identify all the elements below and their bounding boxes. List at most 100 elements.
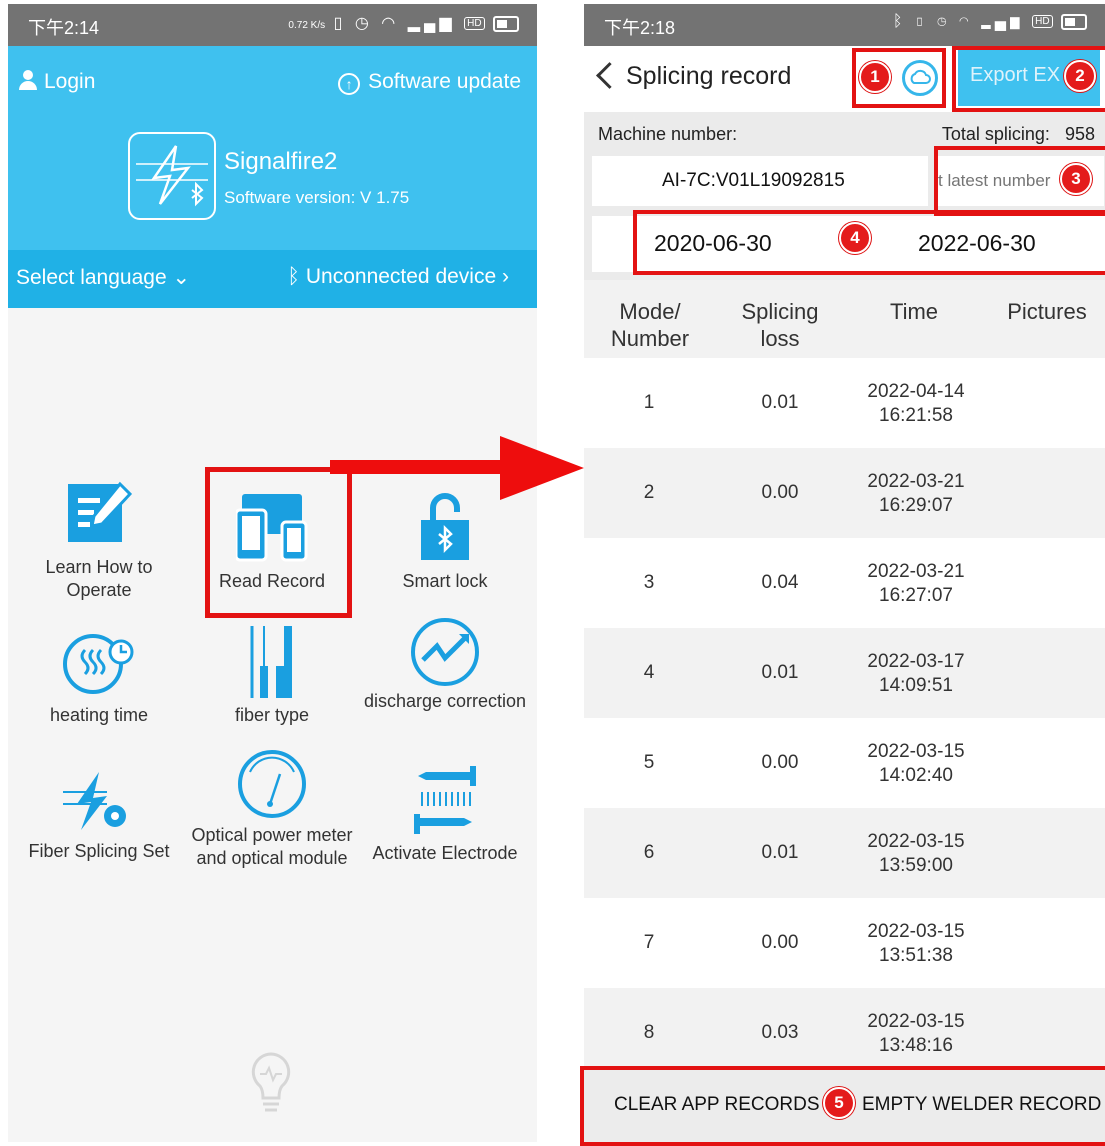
table-row[interactable]: 2 0.00 2022-03-21 16:29:07 <box>584 448 1105 538</box>
vibrate-icon: ▯ <box>914 13 929 30</box>
page-title: Splicing record <box>626 62 792 90</box>
fiber-icon <box>250 626 292 698</box>
unconnected-device-button[interactable]: ᛒ Unconnected device › <box>287 265 509 289</box>
electrode-icon <box>414 766 476 834</box>
software-version: Software version: V 1.75 <box>224 188 410 207</box>
cell-splicing-loss: 0.03 <box>761 1022 799 1043</box>
battery-icon <box>1061 13 1087 30</box>
cell-clock-time: 16:27:07 <box>879 585 953 606</box>
cell-number: 2 <box>643 482 655 503</box>
cell-date: 2022-03-17 <box>867 651 965 672</box>
menu-label: Learn How to Operate <box>45 557 153 600</box>
cell-splicing-loss: 0.01 <box>761 392 799 413</box>
cell-number: 1 <box>643 392 655 413</box>
cell-splicing-loss: 0.01 <box>761 842 799 863</box>
cell-date: 2022-04-14 <box>867 381 965 402</box>
bluetooth-status-icon: ᛒ <box>892 13 907 30</box>
status-icons: 0.72 K/s ▯ ◷ ◠ ▂▄▆ HD <box>288 13 519 33</box>
menu-label: Fiber Splicing Set <box>28 841 170 861</box>
cell-number: 4 <box>643 662 655 683</box>
cell-time: 2022-03-21 16:27:07 <box>836 560 996 608</box>
login-button[interactable]: Login <box>18 70 95 94</box>
cell-splicing-loss: 0.00 <box>761 752 799 773</box>
menu-label: heating time <box>49 705 149 725</box>
select-language-label: Select language <box>16 266 167 289</box>
annotation-badge-4: 4 <box>839 222 871 254</box>
cell-splicing-loss: 0.00 <box>761 482 799 503</box>
cell-time: 2022-03-15 13:51:38 <box>836 920 996 968</box>
menu-heating-time[interactable]: heating time <box>13 630 185 727</box>
cell-date: 2022-03-21 <box>867 561 965 582</box>
hd-badge: HD <box>464 17 485 31</box>
table-row[interactable]: 4 0.01 2022-03-17 14:09:51 <box>584 628 1105 718</box>
cell-clock-time: 16:29:07 <box>879 495 953 516</box>
menu-label: fiber type <box>234 705 310 725</box>
app-logo <box>128 132 216 220</box>
alarm-icon: ◷ <box>936 13 951 30</box>
splice-settings-icon <box>63 772 126 830</box>
wifi-icon: ◠ <box>959 13 973 30</box>
cell-splicing-loss: 0.00 <box>761 932 799 953</box>
status-time: 下午2:18 <box>604 18 676 38</box>
status-bar: 下午2:18 ᛒ ▯ ◷ ◠ ▂▄▆ HD <box>584 4 1105 46</box>
machine-number-value: AI-7C:V01L19092815 <box>662 170 845 191</box>
total-splicing: Total splicing: 958 <box>942 124 1095 145</box>
table-row[interactable]: 1 0.01 2022-04-14 16:21:58 <box>584 358 1105 448</box>
unconnected-device-label: Unconnected device <box>305 265 497 288</box>
login-label: Login <box>44 70 96 93</box>
status-time: 下午2:14 <box>28 18 100 38</box>
menu-activate-electrode[interactable]: Activate Electrode <box>359 764 531 865</box>
network-speed: 0.72 K/s <box>288 20 326 31</box>
chevron-down-icon: ⌄ <box>172 266 191 289</box>
hd-badge: HD <box>1032 15 1053 29</box>
menu-smart-lock[interactable]: Smart lock <box>359 492 531 593</box>
gauge-icon <box>238 750 306 818</box>
status-bar: 下午2:14 0.72 K/s ▯ ◷ ◠ ▂▄▆ HD <box>8 4 537 46</box>
app-name: Signalfire2 <box>224 148 338 175</box>
software-update-label: Software update <box>368 70 521 93</box>
discharge-icon <box>411 618 479 686</box>
cell-splicing-loss: 0.04 <box>761 572 799 593</box>
total-splicing-value: 958 <box>1064 124 1095 144</box>
cell-time: 2022-03-17 14:09:51 <box>836 650 996 698</box>
annotation-box-read-record <box>205 467 352 618</box>
lock-bluetooth-icon <box>421 493 469 560</box>
menu-optical-power-meter[interactable]: Optical power meter and optical module <box>186 748 358 882</box>
lightning-bluetooth-icon <box>136 145 208 207</box>
cell-date: 2022-03-15 <box>867 831 965 852</box>
machine-number-field: AI-7C:V01L19092815 <box>592 156 928 206</box>
menu-fiber-type[interactable]: fiber type <box>186 626 358 727</box>
menu-learn-how-to-operate[interactable]: Learn How to Operate <box>13 480 185 602</box>
menu-fiber-splicing-set[interactable]: Fiber Splicing Set <box>13 770 185 863</box>
cell-number: 3 <box>643 572 655 593</box>
home-screen: 下午2:14 0.72 K/s ▯ ◷ ◠ ▂▄▆ HD Login ↑ Soft… <box>8 4 537 1142</box>
user-icon <box>18 70 38 90</box>
table-row[interactable]: 6 0.01 2022-03-15 13:59:00 <box>584 808 1105 898</box>
cell-time: 2022-03-15 13:59:00 <box>836 830 996 878</box>
cell-clock-time: 13:51:38 <box>879 945 953 966</box>
total-splicing-label: Total splicing: <box>941 124 1050 144</box>
cell-date: 2022-03-15 <box>867 741 965 762</box>
select-language-dropdown[interactable]: Select language ⌄ <box>16 265 190 290</box>
annotation-badge-2: 2 <box>1064 60 1096 92</box>
menu-discharge-correction[interactable]: discharge correction <box>359 616 531 713</box>
back-arrow-icon[interactable] <box>596 62 623 89</box>
header-panel: Login ↑ Software update Signalfire2 Softw… <box>8 46 537 250</box>
annotation-badge-3: 3 <box>1060 163 1092 195</box>
cell-number: 5 <box>643 752 655 773</box>
table-row[interactable]: 3 0.04 2022-03-21 16:27:07 <box>584 538 1105 628</box>
heating-clock-icon <box>63 634 134 694</box>
cell-time: 2022-03-15 13:48:16 <box>836 1010 996 1058</box>
table-row[interactable]: 5 0.00 2022-03-15 14:02:40 <box>584 718 1105 808</box>
signal-icon: ▂▄▆ <box>407 15 456 32</box>
column-mode-number: Mode/ Number <box>610 299 690 351</box>
menu-label: Optical power meter and optical module <box>191 825 353 868</box>
cell-clock-time: 13:59:00 <box>879 855 953 876</box>
bluetooth-icon: ᛒ <box>287 265 301 288</box>
software-update-button[interactable]: ↑ Software update <box>338 70 521 95</box>
cell-splicing-loss: 0.01 <box>761 662 799 683</box>
table-row[interactable]: 8 0.03 2022-03-15 13:48:16 <box>584 988 1105 1078</box>
lightbulb-icon <box>251 1052 291 1112</box>
table-row[interactable]: 7 0.00 2022-03-15 13:51:38 <box>584 898 1105 988</box>
cell-number: 8 <box>643 1022 655 1043</box>
